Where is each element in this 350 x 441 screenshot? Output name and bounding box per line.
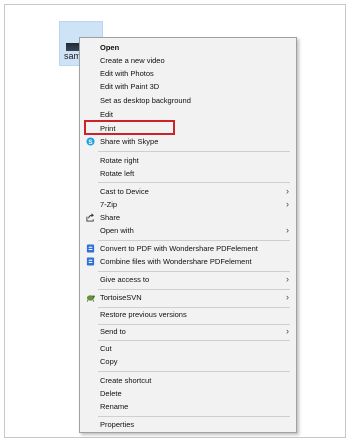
menu-item-label: Open with <box>100 226 134 235</box>
chevron-right-icon: › <box>286 186 289 196</box>
menu-item-label: TortoiseSVN <box>100 293 142 302</box>
menu-item-create-shortcut[interactable]: Create shortcut <box>81 374 295 387</box>
chevron-right-icon: › <box>286 292 289 302</box>
menu-item-cut[interactable]: Cut <box>81 342 295 355</box>
menu-item-set-desktop-background[interactable]: Set as desktop background <box>81 94 295 107</box>
menu-item-tortoisesvn[interactable]: TortoiseSVN › <box>81 291 295 304</box>
pdfelement-icon <box>86 257 95 266</box>
menu-item-combine-pdf[interactable]: Combine files with Wondershare PDFelemen… <box>81 255 295 268</box>
menu-item-label: Convert to PDF with Wondershare PDFeleme… <box>100 244 258 253</box>
menu-item-give-access[interactable]: Give access to › <box>81 273 295 286</box>
menu-item-label: Rename <box>100 402 129 411</box>
menu-item-cast-to-device[interactable]: Cast to Device › <box>81 185 295 198</box>
context-menu: Open Create a new video Edit with Photos… <box>79 37 297 433</box>
menu-item-properties[interactable]: Properties <box>81 418 295 431</box>
menu-item-label: Rotate right <box>100 156 139 165</box>
menu-item-label: Edit with Photos <box>100 69 154 78</box>
menu-item-label: Send to <box>100 327 126 336</box>
chevron-right-icon: › <box>286 199 289 209</box>
menu-item-label: Delete <box>100 389 122 398</box>
menu-item-label: Edit with Paint 3D <box>100 82 160 91</box>
svg-text:S: S <box>88 139 92 146</box>
menu-separator <box>98 340 290 341</box>
menu-item-share-skype[interactable]: S Share with Skype <box>81 135 295 148</box>
menu-separator <box>98 151 290 152</box>
print-highlight-box <box>84 120 175 135</box>
menu-item-edit-paint3d[interactable]: Edit with Paint 3D <box>81 80 295 93</box>
menu-item-delete[interactable]: Delete <box>81 387 295 400</box>
menu-item-label: Create shortcut <box>100 376 152 385</box>
menu-item-label: Set as desktop background <box>100 96 191 105</box>
menu-item-send-to[interactable]: Send to › <box>81 325 295 338</box>
menu-item-open-with[interactable]: Open with › <box>81 224 295 237</box>
menu-item-edit-photos[interactable]: Edit with Photos <box>81 67 295 80</box>
chevron-right-icon: › <box>286 274 289 284</box>
menu-separator <box>98 289 290 290</box>
menu-item-7zip[interactable]: 7-Zip › <box>81 198 295 211</box>
menu-separator <box>98 182 290 183</box>
menu-item-convert-pdf[interactable]: Convert to PDF with Wondershare PDFeleme… <box>81 242 295 255</box>
menu-separator <box>98 240 290 241</box>
menu-item-share[interactable]: Share <box>81 211 295 224</box>
menu-item-rename[interactable]: Rename <box>81 400 295 413</box>
menu-item-label: Copy <box>100 357 118 366</box>
chevron-right-icon: › <box>286 326 289 336</box>
menu-separator <box>98 371 290 372</box>
chevron-right-icon: › <box>286 225 289 235</box>
skype-icon: S <box>86 137 95 146</box>
menu-item-rotate-left[interactable]: Rotate left <box>81 167 295 180</box>
menu-item-label: Open <box>100 43 120 52</box>
menu-item-label: Give access to <box>100 275 150 284</box>
menu-separator <box>98 416 290 417</box>
menu-item-create-video[interactable]: Create a new video <box>81 54 295 67</box>
tortoisesvn-icon <box>86 295 95 302</box>
menu-item-label: Share with Skype <box>100 137 159 146</box>
menu-item-label: Properties <box>100 420 135 429</box>
menu-item-label: Combine files with Wondershare PDFelemen… <box>100 257 252 266</box>
menu-item-label: Cut <box>100 344 112 353</box>
menu-item-copy[interactable]: Copy <box>81 355 295 368</box>
menu-separator <box>98 271 290 272</box>
menu-item-label: Restore previous versions <box>100 310 187 319</box>
menu-item-label: Create a new video <box>100 56 165 65</box>
menu-item-label: Cast to Device <box>100 187 149 196</box>
menu-item-open[interactable]: Open <box>81 41 295 54</box>
menu-item-label: Rotate left <box>100 169 135 178</box>
menu-item-label: 7-Zip <box>100 200 118 209</box>
menu-item-restore-previous[interactable]: Restore previous versions <box>81 308 295 321</box>
pdfelement-icon <box>86 244 95 253</box>
menu-item-rotate-right[interactable]: Rotate right <box>81 154 295 167</box>
share-icon <box>86 213 94 222</box>
menu-item-label: Share <box>100 213 121 222</box>
